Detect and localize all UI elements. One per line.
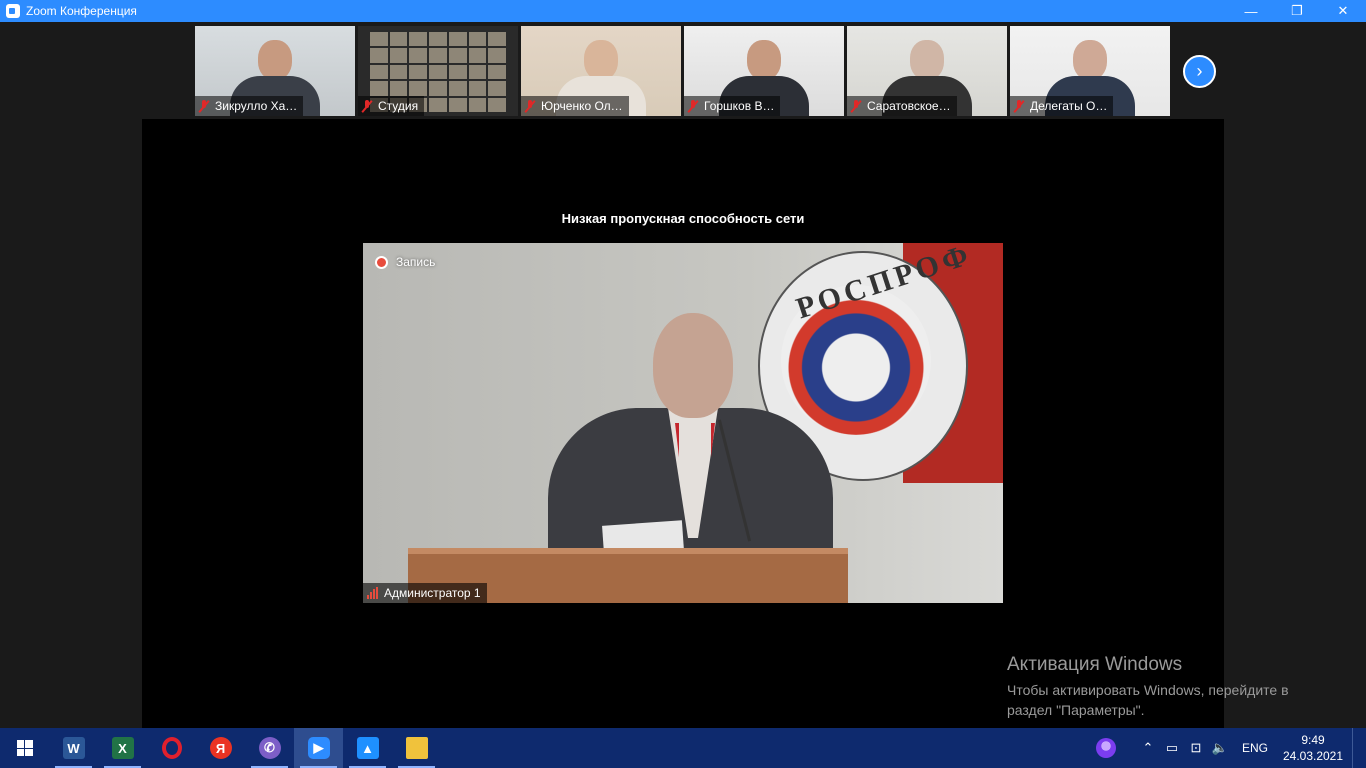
- mic-muted-icon: [525, 99, 535, 113]
- participant-name-label: Зикрулло Ха…: [195, 96, 304, 116]
- chevron-up-icon[interactable]: ⌃: [1136, 740, 1160, 756]
- recording-indicator: Запись: [375, 255, 435, 269]
- yandex-icon: Я: [209, 737, 232, 759]
- network-icon[interactable]: ⊡: [1184, 740, 1208, 756]
- participant-tile[interactable]: Зикрулло Ха…: [195, 26, 355, 116]
- opera-icon: [161, 737, 182, 759]
- viber-icon: ✆: [258, 737, 281, 759]
- participant-name: Делегаты О…: [1030, 99, 1108, 113]
- network-warning: Низкая пропускная способность сети: [561, 211, 805, 226]
- participant-name-label: Делегаты О…: [1010, 96, 1114, 116]
- language-indicator[interactable]: ENG: [1232, 741, 1278, 755]
- activation-title: Активация Windows: [1007, 654, 1183, 675]
- start-button[interactable]: [0, 728, 49, 768]
- word-icon: W: [62, 737, 85, 759]
- window-titlebar: Zoom Конференция — ❐ ✕: [0, 0, 1366, 22]
- participant-name-label: Юрченко Ол…: [521, 96, 629, 116]
- participant-name: Горшков В…: [704, 99, 775, 113]
- speaker-head: [653, 313, 733, 418]
- alice-assistant-icon[interactable]: [1095, 738, 1116, 758]
- active-speaker-video[interactable]: РОСПРОФ Запись Администратор 1: [363, 243, 1003, 603]
- windows-activation-watermark: Активация Windows Чтобы активировать Win…: [1007, 654, 1289, 720]
- show-desktop-button[interactable]: [1352, 728, 1366, 768]
- volume-icon[interactable]: 🔈: [1208, 740, 1232, 756]
- participant-name: Саратовское…: [867, 99, 951, 113]
- participant-name-label: Студия: [358, 96, 425, 116]
- taskbar-opera[interactable]: [147, 728, 196, 768]
- signal-strength-icon: [367, 587, 378, 599]
- battery-icon[interactable]: ▭: [1160, 740, 1184, 756]
- windows-taskbar: W X Я ✆ ▶ ▲ ⌃ ▭ ⊡ 🔈 ENG 9:49 24.03.2021: [0, 728, 1366, 768]
- taskbar-viber[interactable]: ✆: [245, 728, 294, 768]
- chevron-right-icon: ›: [1196, 61, 1203, 81]
- mic-muted-icon: [688, 99, 698, 113]
- clock-date: 24.03.2021: [1282, 749, 1344, 763]
- activation-line: раздел "Параметры".: [1007, 702, 1145, 718]
- system-tray: ⌃ ▭ ⊡ 🔈 ENG 9:49 24.03.2021: [1095, 728, 1366, 768]
- meeting-stage: Зикрулло Ха… Студия Юрченко Ол… Горшков …: [0, 22, 1366, 728]
- mic-muted-icon: [362, 99, 372, 113]
- next-page-button[interactable]: ›: [1183, 55, 1216, 88]
- taskbar-yandex[interactable]: Я: [196, 728, 245, 768]
- participant-name-label: Горшков В…: [684, 96, 781, 116]
- gallery-strip: Зикрулло Ха… Студия Юрченко Ол… Горшков …: [195, 26, 1170, 116]
- participant-name: Зикрулло Ха…: [215, 99, 298, 113]
- active-speaker-name: Администратор 1: [384, 586, 481, 600]
- zoom-app-icon: [6, 4, 20, 18]
- excel-icon: X: [111, 737, 134, 759]
- participant-name-label: Саратовское…: [847, 96, 957, 116]
- active-speaker-label: Администратор 1: [363, 583, 487, 603]
- clock[interactable]: 9:49 24.03.2021: [1278, 732, 1348, 764]
- mic-muted-icon: [1014, 99, 1024, 113]
- activation-line: Чтобы активировать Windows, перейдите в: [1007, 682, 1289, 698]
- taskbar-excel[interactable]: X: [98, 728, 147, 768]
- folder-icon: [405, 737, 428, 759]
- photos-icon: ▲: [356, 737, 379, 759]
- minimize-button[interactable]: —: [1228, 0, 1274, 22]
- participant-tile[interactable]: Делегаты О…: [1010, 26, 1170, 116]
- clock-time: 9:49: [1301, 733, 1325, 747]
- window-title: Zoom Конференция: [26, 4, 137, 18]
- participant-tile[interactable]: Студия: [358, 26, 518, 116]
- windows-logo-icon: [16, 740, 33, 756]
- active-speaker-area: Низкая пропускная способность сети РОСПР…: [142, 119, 1224, 728]
- zoom-icon: ▶: [307, 737, 330, 759]
- taskbar-zoom[interactable]: ▶: [294, 728, 343, 768]
- recording-label: Запись: [396, 255, 436, 269]
- participant-tile[interactable]: Юрченко Ол…: [521, 26, 681, 116]
- close-button[interactable]: ✕: [1320, 0, 1366, 22]
- mic-muted-icon: [199, 99, 209, 113]
- participant-name: Юрченко Ол…: [541, 99, 623, 113]
- participant-tile[interactable]: Горшков В…: [684, 26, 844, 116]
- participant-name: Студия: [378, 99, 419, 113]
- taskbar-photos[interactable]: ▲: [343, 728, 392, 768]
- taskbar-explorer[interactable]: [392, 728, 441, 768]
- participant-tile[interactable]: Саратовское…: [847, 26, 1007, 116]
- taskbar-word[interactable]: W: [49, 728, 98, 768]
- maximize-button[interactable]: ❐: [1274, 0, 1320, 22]
- mic-muted-icon: [851, 99, 861, 113]
- record-icon: [375, 255, 388, 269]
